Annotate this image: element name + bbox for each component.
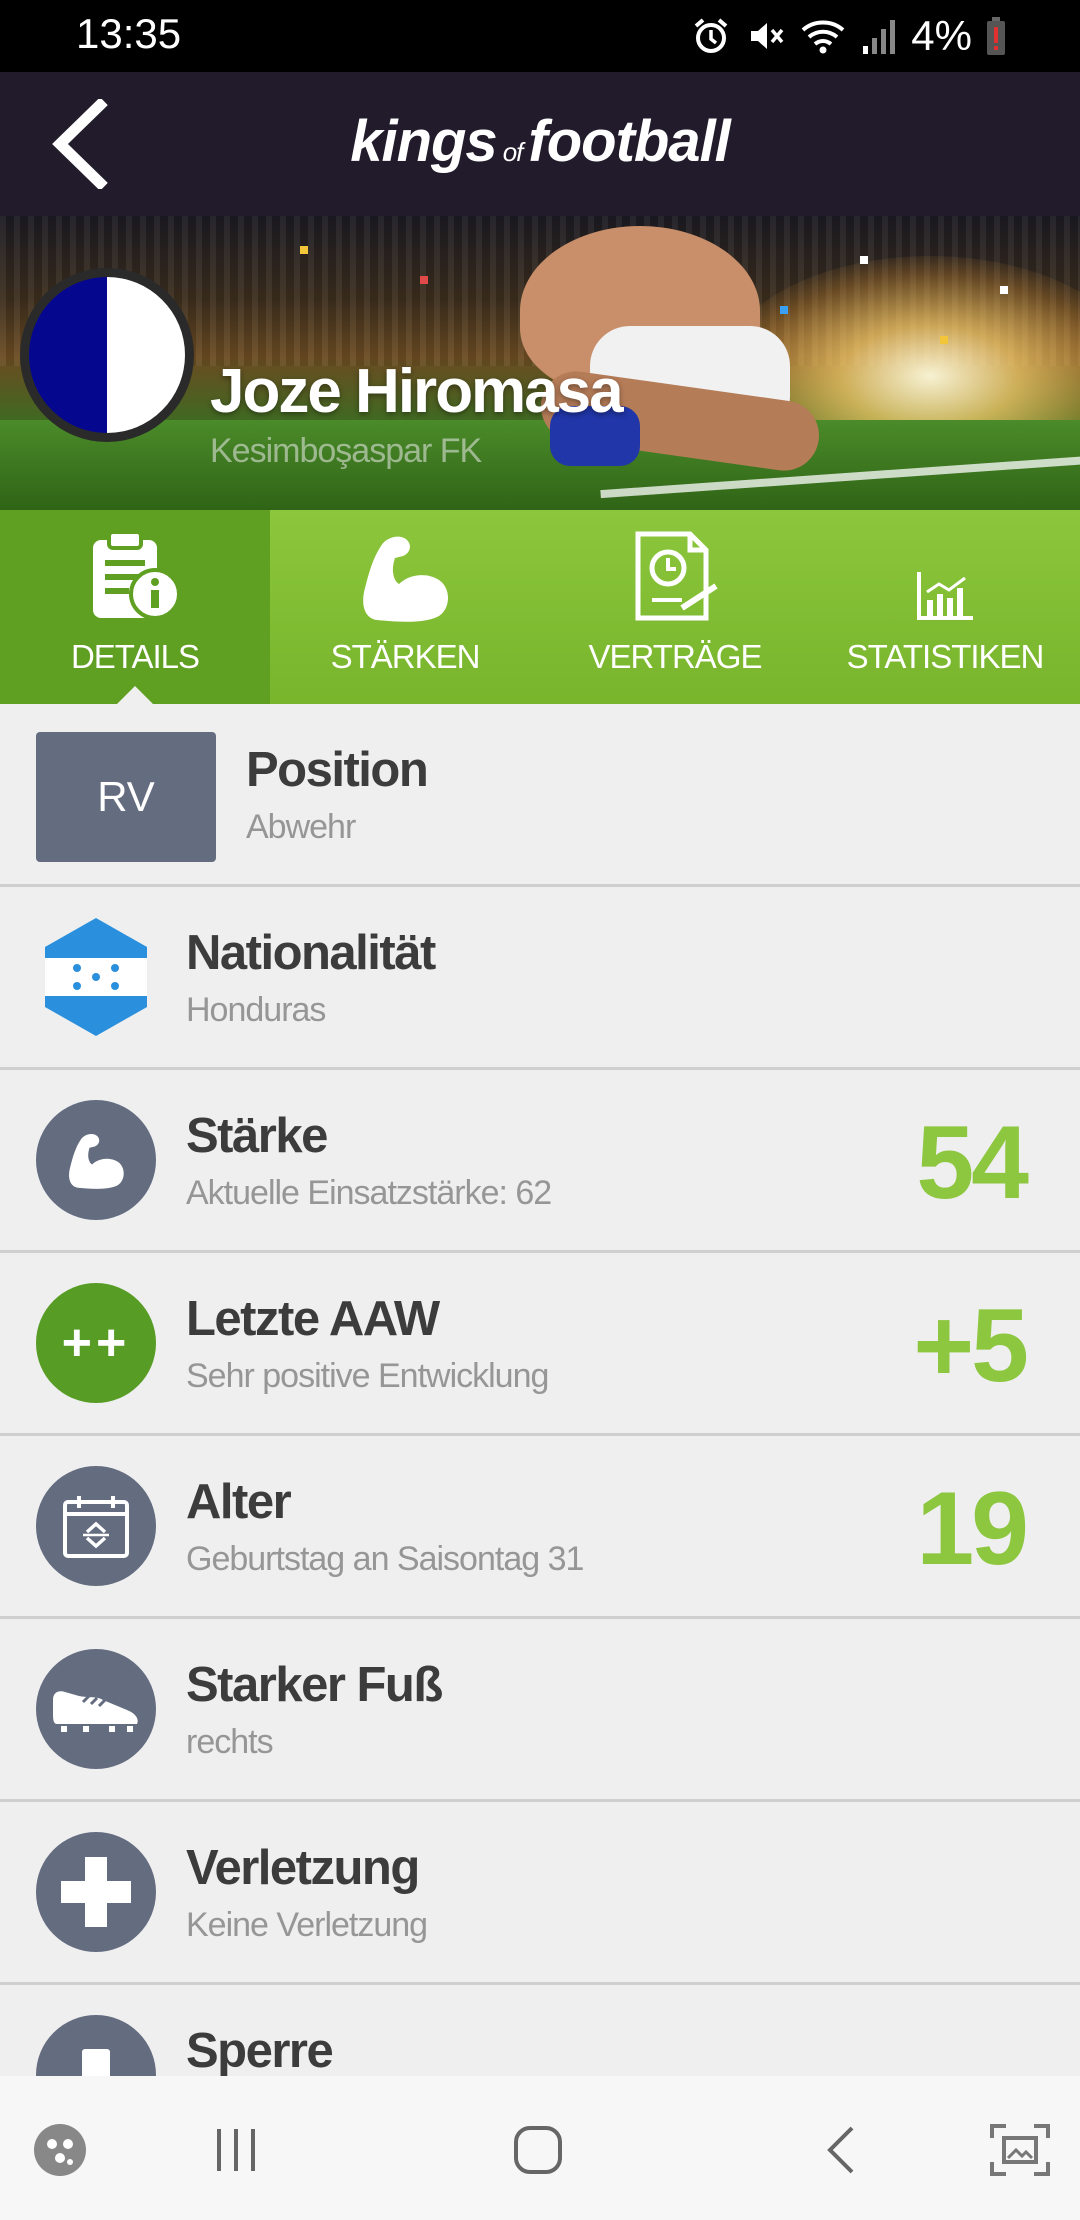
position-badge: RV	[36, 732, 216, 862]
age-value: 19	[916, 1471, 1029, 1587]
detail-row-last-aaw[interactable]: ++ Letzte AAW Sehr positive Entwicklung …	[0, 1253, 1080, 1436]
player-details-list: RV Position Abwehr Nationalität Honduras…	[0, 704, 1080, 2168]
aaw-value: +5	[913, 1288, 1029, 1404]
home-icon	[514, 2126, 562, 2174]
battery-percentage: 4%	[911, 12, 972, 59]
detail-row-strong-foot[interactable]: Starker Fuß rechts	[0, 1619, 1080, 1802]
bar-chart-icon	[917, 572, 973, 620]
club-crest	[20, 268, 194, 442]
clipboard-info-icon	[93, 530, 181, 620]
detail-row-age[interactable]: Alter Geburtstag an Saisontag 31 19	[0, 1436, 1080, 1619]
confetti	[940, 336, 948, 344]
row-subtitle: Keine Verletzung	[186, 1906, 428, 1944]
status-time: 13:35	[76, 10, 182, 57]
row-subtitle: Aktuelle Einsatzstärke: 62	[186, 1174, 552, 1212]
confetti	[300, 246, 308, 254]
row-title: Starker Fuß	[186, 1658, 443, 1712]
status-icons: 4%	[691, 10, 1006, 62]
player-tabs: DETAILS STÄRKEN VERTRÄGE STATISTIKEN	[0, 510, 1080, 704]
row-subtitle: Sehr positive Entwicklung	[186, 1357, 549, 1395]
logo-football: football	[528, 109, 730, 174]
game-launcher-icon	[34, 2124, 86, 2176]
pitch-grass	[0, 420, 1080, 510]
tab-statistiken[interactable]: STATISTIKEN	[810, 510, 1080, 704]
tab-label: VERTRÄGE	[588, 638, 763, 675]
detail-row-strength[interactable]: Stärke Aktuelle Einsatzstärke: 62 54	[0, 1070, 1080, 1253]
bicep-icon	[363, 536, 448, 622]
app-header: kings of football	[0, 72, 1080, 216]
signal-icon	[863, 20, 896, 54]
detail-row-injury[interactable]: Verletzung Keine Verletzung	[0, 1802, 1080, 1985]
tab-label: STATISTIKEN	[846, 638, 1045, 675]
mute-icon	[751, 23, 784, 49]
row-title: Letzte AAW	[186, 1292, 440, 1346]
screenshot-button[interactable]	[980, 2110, 1060, 2190]
row-subtitle: Honduras	[186, 991, 326, 1029]
tab-details[interactable]: DETAILS	[0, 510, 270, 704]
tab-vertraege[interactable]: VERTRÄGE	[540, 510, 810, 704]
medical-cross-icon	[36, 1832, 156, 1952]
home-button[interactable]	[498, 2110, 578, 2190]
detail-row-nationality[interactable]: Nationalität Honduras	[0, 887, 1080, 1070]
status-bar: 13:35 4%	[0, 0, 1080, 72]
tab-staerken[interactable]: STÄRKEN	[270, 510, 540, 704]
recent-apps-icon	[217, 2129, 255, 2171]
crest-half-blue	[29, 277, 107, 433]
honduras-flag-icon	[36, 917, 156, 1037]
row-title: Sperre	[186, 2024, 334, 2078]
row-subtitle: Abwehr	[246, 808, 356, 846]
detail-row-position[interactable]: RV Position Abwehr	[0, 704, 1080, 887]
system-back-button[interactable]	[800, 2110, 880, 2190]
strength-value: 54	[916, 1105, 1029, 1221]
confetti	[860, 256, 868, 264]
tab-label: STÄRKEN	[330, 638, 481, 675]
app-logo: kings of football	[0, 108, 1080, 175]
confetti	[1000, 286, 1008, 294]
club-name[interactable]: Kesimboşaspar FK	[210, 432, 482, 471]
game-launcher-button[interactable]	[20, 2110, 100, 2190]
row-title: Alter	[186, 1475, 292, 1529]
crest-half-white	[107, 277, 185, 433]
alarm-icon	[694, 18, 728, 53]
logo-of: of	[502, 137, 524, 167]
logo-kings: kings	[350, 109, 497, 174]
bicep-icon	[36, 1100, 156, 1220]
recent-apps-button[interactable]	[196, 2110, 276, 2190]
battery-low-icon	[987, 17, 1005, 55]
row-title: Stärke	[186, 1109, 328, 1163]
confetti	[420, 276, 428, 284]
screenshot-icon	[990, 2124, 1050, 2176]
screen: 13:35 4% kings of football Joze Hiromasa…	[0, 0, 1080, 2220]
system-nav-bar	[0, 2076, 1080, 2220]
row-subtitle: rechts	[186, 1723, 274, 1761]
player-name: Joze Hiromasa	[210, 357, 624, 426]
back-icon	[827, 2126, 854, 2174]
tab-label: DETAILS	[70, 638, 200, 675]
football-boot-icon	[36, 1649, 156, 1769]
confetti	[780, 306, 788, 314]
row-subtitle: Geburtstag an Saisontag 31	[186, 1540, 584, 1578]
double-plus-icon: ++	[36, 1283, 156, 1403]
row-title: Position	[246, 743, 429, 797]
row-title: Nationalität	[186, 926, 436, 980]
row-title: Verletzung	[186, 1841, 420, 1895]
wifi-icon	[801, 20, 845, 54]
contract-clock-icon	[635, 531, 718, 621]
calendar-icon	[36, 1466, 156, 1586]
